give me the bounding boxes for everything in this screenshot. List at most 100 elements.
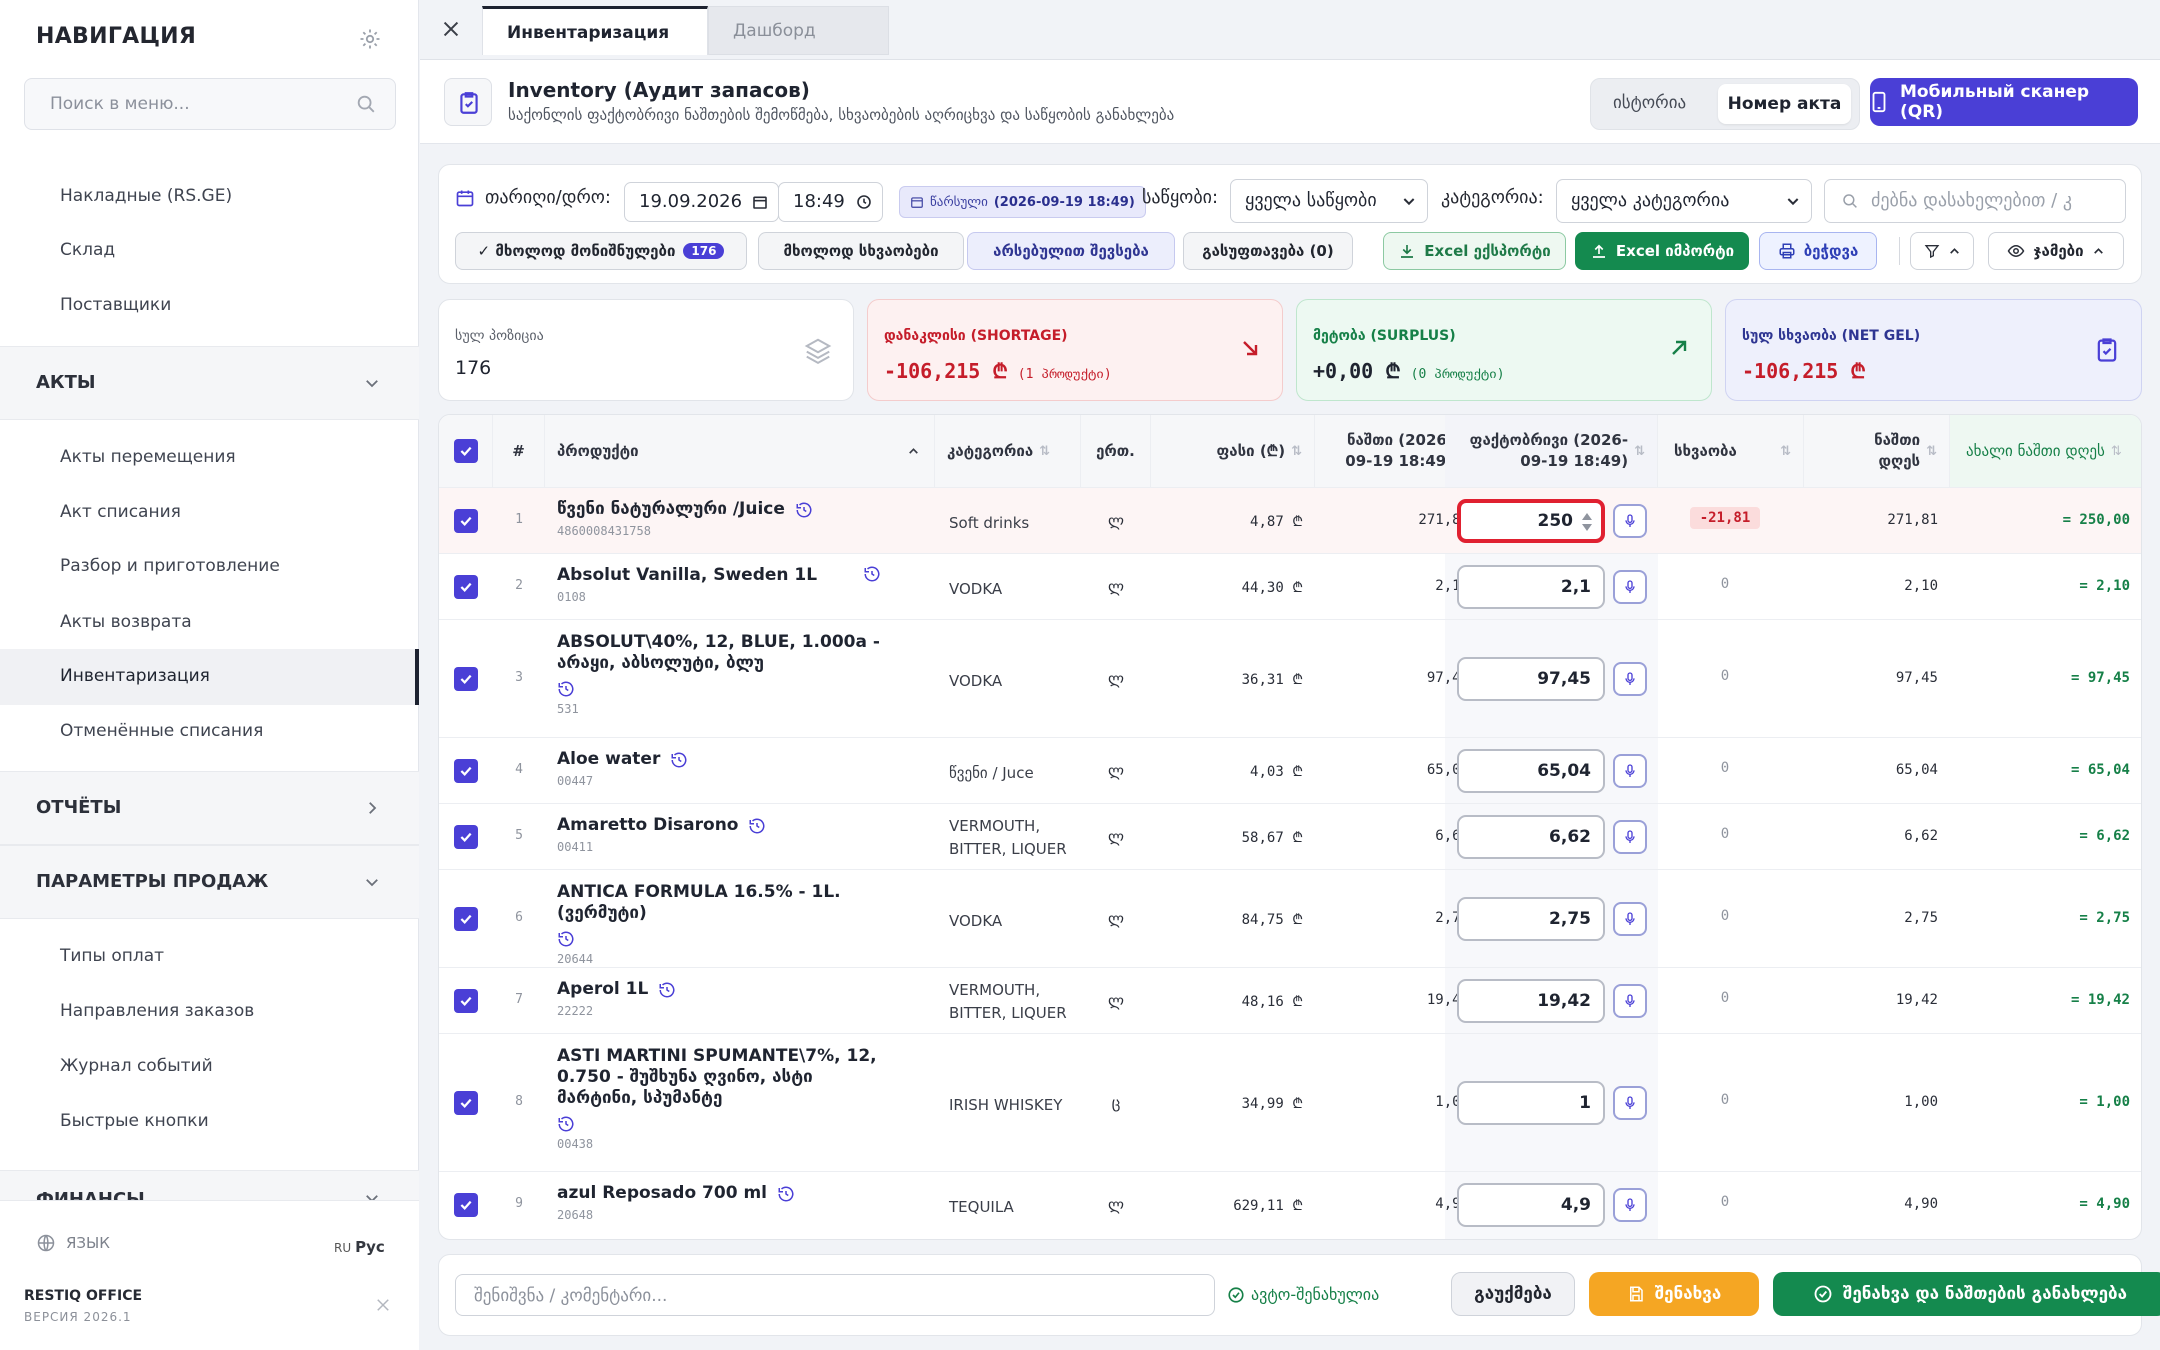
col-header-remain-today-label: ნაშთი დღეს <box>1874 431 1921 470</box>
row-checkbox[interactable] <box>454 509 478 533</box>
sidebar-item-suppliers[interactable]: Поставщики <box>60 295 171 315</box>
row-checkbox[interactable] <box>454 825 478 849</box>
segment-act-number[interactable]: Номер акта <box>1718 84 1851 124</box>
sidebar-item-quick-buttons[interactable]: Быстрые кнопки <box>60 1111 209 1131</box>
sidebar-item-warehouse[interactable]: Склад <box>60 240 115 260</box>
history-icon[interactable] <box>670 751 688 769</box>
date-status-value: (2026-09-19 18:49) <box>993 194 1135 210</box>
clear-button[interactable]: გასუფთავება (0) <box>1183 232 1353 270</box>
fact-quantity-input[interactable]: 1 <box>1457 1081 1605 1125</box>
sidebar-item-inventory[interactable]: Инвентаризация <box>60 666 210 686</box>
sidebar-search-input[interactable]: Поиск в меню... <box>24 78 396 130</box>
voice-input-mic-icon[interactable] <box>1613 902 1647 936</box>
gear-icon[interactable] <box>358 27 382 51</box>
history-icon[interactable] <box>557 930 917 948</box>
row-checkbox[interactable] <box>454 1193 478 1217</box>
sidebar-item-event-log[interactable]: Журнал событий <box>60 1056 213 1076</box>
voice-input-mic-icon[interactable] <box>1613 570 1647 604</box>
filter-toggle-button[interactable] <box>1910 232 1974 270</box>
sidebar-item-cancelled-writeoffs[interactable]: Отменённые списания <box>60 721 263 741</box>
row-checkbox[interactable] <box>454 575 478 599</box>
sidebar-item-order-directions[interactable]: Направления заказов <box>60 1001 254 1021</box>
save-button[interactable]: შენახვა <box>1589 1272 1759 1316</box>
col-header-diff[interactable]: სხვაობა ⇅ <box>1658 415 1804 487</box>
comment-input[interactable]: შენიშვნა / კომენტარი... <box>455 1274 1215 1316</box>
sidebar-item-return-acts[interactable]: Акты возврата <box>60 612 192 632</box>
voice-input-mic-icon[interactable] <box>1613 820 1647 854</box>
voice-input-mic-icon[interactable] <box>1613 1188 1647 1222</box>
mobile-scanner-button[interactable]: Мобильный сканер (QR) <box>1870 78 2138 126</box>
tab-dashboard[interactable]: Дашборд <box>708 6 889 55</box>
history-icon[interactable] <box>557 680 917 698</box>
autosave-label: ავტო-შენახულია <box>1251 1285 1380 1304</box>
sidebar-section-finance[interactable]: ФИНАНСЫ <box>0 1170 419 1200</box>
date-input[interactable]: 19.09.2026 <box>624 182 779 222</box>
fact-quantity-input[interactable]: 97,45 <box>1457 657 1605 701</box>
sidebar-item-invoices[interactable]: Накладные (RS.GE) <box>60 186 232 206</box>
language-value[interactable]: RU Рус <box>334 1238 385 1256</box>
warehouse-select[interactable]: ყველა საწყობი <box>1230 179 1428 223</box>
sidebar-section-acts[interactable]: АКТЫ <box>0 346 419 420</box>
close-icon[interactable] <box>440 18 462 40</box>
sidebar-item-transfer-acts[interactable]: Акты перемещения <box>60 447 236 467</box>
segment-history[interactable]: ისტორია <box>1613 93 1686 113</box>
row-checkbox[interactable] <box>454 667 478 691</box>
row-checkbox[interactable] <box>454 989 478 1013</box>
select-all-checkbox[interactable] <box>439 415 493 487</box>
history-icon[interactable] <box>557 1115 917 1133</box>
col-header-product[interactable]: პროდუქტი <box>545 415 935 487</box>
fact-quantity-input[interactable]: 2,75 <box>1457 897 1605 941</box>
category-select[interactable]: ყველა კატეგორია <box>1556 179 1812 223</box>
sort-icon: ⇅ <box>1780 443 1791 459</box>
product-search-input[interactable]: ძებნა დასახელებით / კ <box>1824 179 2126 223</box>
sidebar-item-payment-types[interactable]: Типы оплат <box>60 946 164 966</box>
fact-quantity-input[interactable]: 4,9 <box>1457 1183 1605 1227</box>
col-header-new-remain[interactable]: ახალი ნაშთი დღეს ⇅ <box>1950 415 2141 487</box>
voice-input-mic-icon[interactable] <box>1613 1086 1647 1120</box>
autosave-status: ავტო-შენახულია <box>1227 1285 1379 1304</box>
history-icon[interactable] <box>658 981 676 999</box>
history-icon[interactable] <box>795 501 813 519</box>
fact-quantity-input[interactable]: 65,04 <box>1457 749 1605 793</box>
stat-surplus-value: +0,00 ₾ <box>1313 359 1401 383</box>
fact-quantity-input[interactable]: 19,42 <box>1457 979 1605 1023</box>
sidebar-item-writeoff-act[interactable]: Акт списания <box>60 502 181 522</box>
save-and-apply-button[interactable]: შენახვა და ნაშთების განახლება <box>1773 1272 2160 1316</box>
tab-inventory[interactable]: Инвентаризация <box>482 6 708 55</box>
fact-quantity-input[interactable]: 250 <box>1457 499 1605 543</box>
columns-toggle-button[interactable]: ჯამები <box>1988 232 2124 270</box>
history-icon[interactable] <box>777 1185 795 1203</box>
col-header-category[interactable]: კატეგორია ⇅ <box>935 415 1081 487</box>
only-marked-toggle[interactable]: ✓ მხოლოდ მონიშნულები 176 <box>455 232 747 270</box>
col-header-fact[interactable]: ფაქტობრივი (2026-09-19 18:49) ⇅ <box>1445 415 1658 487</box>
col-header-fact-label: ფაქტობრივი (2026-09-19 18:49) <box>1469 431 1629 470</box>
excel-import-button[interactable]: Excel იმპორტი <box>1575 232 1749 270</box>
history-icon[interactable] <box>863 565 881 583</box>
sidebar-section-reports[interactable]: ОТЧЁТЫ <box>0 771 419 845</box>
remain-today-value: 65,04 <box>1895 762 1938 778</box>
col-header-price[interactable]: ფასი (₾) ⇅ <box>1151 415 1315 487</box>
fact-quantity-input[interactable]: 2,1 <box>1457 565 1605 609</box>
sidebar-section-sales-params[interactable]: ПАРАМЕТРЫ ПРОДАЖ <box>0 845 419 919</box>
autofill-button[interactable]: არსებულით შევსება <box>967 232 1175 270</box>
history-icon[interactable] <box>748 817 766 835</box>
print-button[interactable]: ბეჭდვა <box>1759 232 1877 270</box>
voice-input-mic-icon[interactable] <box>1613 754 1647 788</box>
close-icon[interactable] <box>374 1296 392 1314</box>
row-checkbox[interactable] <box>454 907 478 931</box>
excel-export-button[interactable]: Excel ექსპორტი <box>1383 232 1566 270</box>
sidebar-item-disassembly[interactable]: Разбор и приготовление <box>60 556 280 576</box>
row-checkbox[interactable] <box>454 759 478 783</box>
voice-input-mic-icon[interactable] <box>1613 504 1647 538</box>
table-row: 5 Amaretto Disarono 00411 VERMOUTH, BITTER,… <box>439 803 2141 869</box>
language-selector[interactable]: ЯЗЫК <box>36 1233 110 1253</box>
col-header-remain-today[interactable]: ნაშთი დღეს ⇅ <box>1804 415 1950 487</box>
tab-bar: Инвентаризация Дашборд <box>420 0 2160 60</box>
voice-input-mic-icon[interactable] <box>1613 984 1647 1018</box>
only-diff-toggle[interactable]: მხოლოდ სხვაობები <box>758 232 964 270</box>
voice-input-mic-icon[interactable] <box>1613 662 1647 696</box>
cancel-button[interactable]: გაუქმება <box>1451 1272 1575 1316</box>
fact-quantity-input[interactable]: 6,62 <box>1457 815 1605 859</box>
row-checkbox[interactable] <box>454 1091 478 1115</box>
time-input[interactable]: 18:49 <box>778 182 883 222</box>
